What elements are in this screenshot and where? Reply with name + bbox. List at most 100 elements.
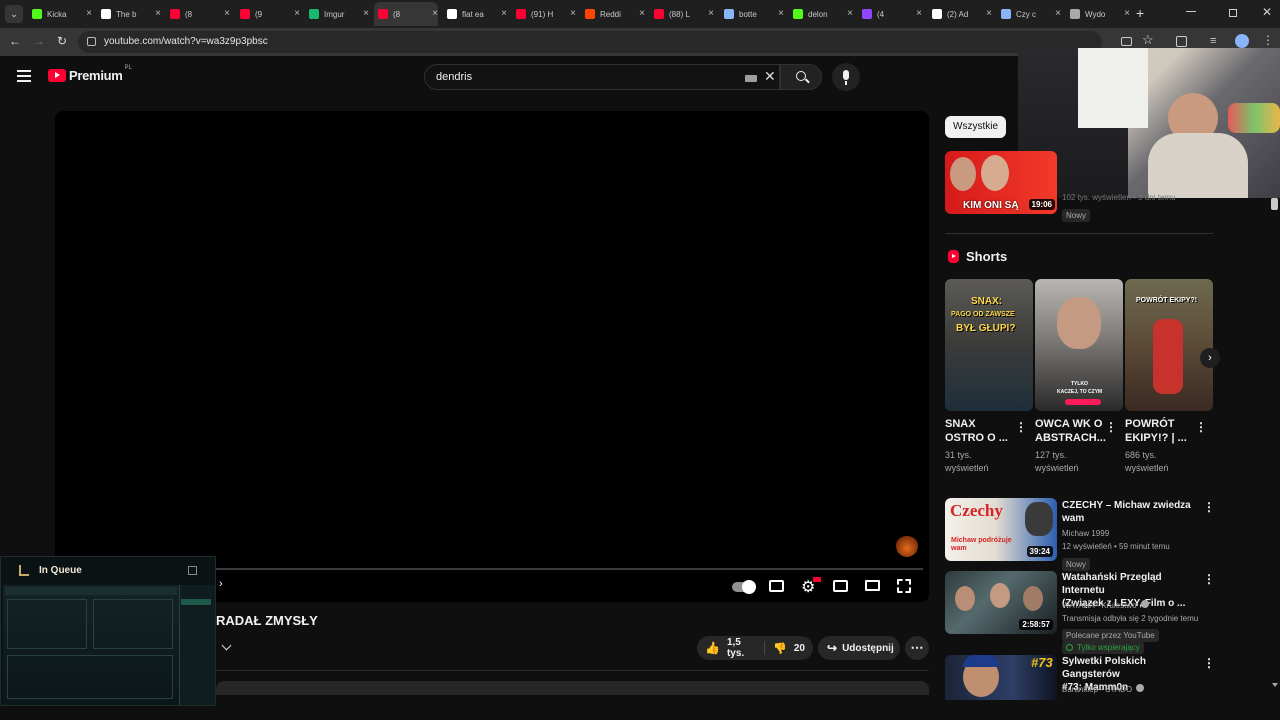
address-bar[interactable]: youtube.com/watch?v=wa3z9p3pbsc bbox=[78, 31, 1102, 53]
tab-close-icon[interactable]: × bbox=[224, 8, 230, 19]
video-title[interactable]: CZECHY – Michaw zwiedza wam bbox=[1062, 499, 1200, 525]
youtube-premium-logo[interactable]: Premium PL bbox=[48, 65, 132, 83]
description-box[interactable] bbox=[216, 681, 929, 695]
clear-search-icon[interactable]: ✕ bbox=[764, 68, 776, 85]
video-menu-icon[interactable]: ⋮ bbox=[1203, 500, 1215, 514]
install-app-icon[interactable] bbox=[1121, 37, 1132, 46]
tab-close-icon[interactable]: × bbox=[501, 8, 507, 19]
browser-tab[interactable]: (4 × bbox=[858, 2, 922, 26]
browser-tab[interactable]: (91) H × bbox=[512, 2, 576, 26]
reading-list-icon[interactable]: ≡ bbox=[1210, 35, 1216, 47]
video-channel[interactable]: Barankiep - STADO bbox=[1062, 684, 1145, 696]
video-player[interactable] bbox=[55, 111, 929, 602]
browser-tab[interactable]: Czy c × bbox=[997, 2, 1061, 26]
tab-close-icon[interactable]: × bbox=[1055, 8, 1061, 19]
video-menu-icon[interactable]: ⋮ bbox=[1203, 572, 1215, 586]
browser-menu-icon[interactable]: ⋮ bbox=[1262, 33, 1274, 47]
short-thumbnail[interactable]: POWRÓT EKIPY?! bbox=[1125, 279, 1213, 411]
video-channel[interactable]: WATAHA - Krulestwo bbox=[1062, 600, 1149, 612]
browser-tab[interactable]: (2) Ad × bbox=[928, 2, 992, 26]
tab-favicon-icon bbox=[1001, 9, 1011, 19]
browser-tab[interactable]: (8 × bbox=[166, 2, 230, 26]
extensions-icon[interactable] bbox=[1176, 36, 1187, 47]
tab-favicon-icon bbox=[724, 9, 734, 19]
tab-list-icon[interactable]: ⌄ bbox=[5, 5, 23, 23]
autoplay-toggle[interactable] bbox=[732, 580, 756, 594]
tab-close-icon[interactable]: × bbox=[294, 8, 300, 19]
browser-tab[interactable]: (9 × bbox=[236, 2, 300, 26]
short-menu-icon[interactable]: ⋮ bbox=[1195, 420, 1207, 434]
dislike-button[interactable]: 👎 20 bbox=[765, 642, 813, 655]
page-scrollbar[interactable] bbox=[1271, 198, 1278, 210]
browser-tab[interactable]: delon × bbox=[789, 2, 853, 26]
expand-chevron-icon[interactable] bbox=[221, 640, 232, 651]
mic-icon bbox=[843, 70, 849, 80]
browser-tab[interactable]: flat ea × bbox=[443, 2, 507, 26]
short-menu-icon[interactable]: ⋮ bbox=[1015, 420, 1027, 434]
share-button[interactable]: ↪ Udostępnij bbox=[818, 636, 900, 660]
video-thumbnail[interactable]: Czechy Michaw podróżuje wam 39:24 bbox=[945, 498, 1057, 561]
hamburger-menu-icon[interactable] bbox=[17, 70, 31, 82]
video-thumbnail[interactable]: 2:58:57 bbox=[945, 571, 1057, 634]
tab-close-icon[interactable]: × bbox=[986, 8, 992, 19]
short-title[interactable]: SNAX OSTRO O ... bbox=[945, 417, 1015, 445]
site-info-icon[interactable] bbox=[87, 37, 96, 46]
theater-mode-icon[interactable] bbox=[865, 580, 880, 591]
short-title[interactable]: POWRÓT EKIPY!? | ... bbox=[1125, 417, 1195, 445]
shorts-next-button[interactable]: › bbox=[1200, 348, 1220, 368]
reload-icon[interactable]: ↻ bbox=[57, 34, 67, 48]
short-menu-icon[interactable]: ⋮ bbox=[1105, 420, 1117, 434]
browser-tab[interactable]: Imgur × bbox=[305, 2, 369, 26]
like-button[interactable]: 👍 1,5 tys. bbox=[697, 637, 764, 659]
video-thumbnail[interactable]: #73 bbox=[945, 655, 1057, 700]
short-thumbnail[interactable]: SNAX: PAGO OD ZAWSZE BYŁ GŁUPI? bbox=[945, 279, 1033, 411]
tab-close-icon[interactable]: × bbox=[570, 8, 576, 19]
back-icon[interactable]: ← bbox=[9, 34, 21, 48]
close-window-button[interactable]: ✕ bbox=[1262, 5, 1272, 19]
shorts-heading: Shorts bbox=[966, 249, 1008, 264]
video-channel[interactable]: Michaw 1999 bbox=[1062, 528, 1109, 540]
subtitles-icon[interactable] bbox=[769, 580, 784, 592]
profile-avatar[interactable] bbox=[1235, 34, 1249, 48]
tab-close-icon[interactable]: × bbox=[86, 8, 92, 19]
browser-tab[interactable]: (8 × bbox=[374, 2, 438, 26]
video-menu-icon[interactable]: ⋮ bbox=[1203, 656, 1215, 670]
short-title[interactable]: OWCA WK O ABSTRACH... bbox=[1035, 417, 1106, 445]
miniplayer-icon[interactable] bbox=[833, 580, 848, 592]
search-input[interactable]: dendris ✕ bbox=[424, 64, 780, 90]
maximize-button[interactable] bbox=[1229, 9, 1237, 17]
top-video-thumbnail[interactable]: KIM ONI SĄ 19:06 bbox=[945, 151, 1057, 214]
tab-close-icon[interactable]: × bbox=[847, 8, 853, 19]
browser-tab[interactable]: (88) L × bbox=[650, 2, 714, 26]
search-button[interactable] bbox=[780, 64, 822, 90]
tab-favicon-icon bbox=[793, 9, 803, 19]
tab-close-icon[interactable]: × bbox=[708, 8, 714, 19]
browser-tab[interactable]: The b × bbox=[97, 2, 161, 26]
browser-tab[interactable]: botte × bbox=[720, 2, 784, 26]
forward-icon[interactable]: → bbox=[33, 34, 45, 48]
browser-tab[interactable]: Kicka × bbox=[28, 2, 92, 26]
scroll-down-arrow-icon[interactable] bbox=[1272, 683, 1278, 687]
keyboard-icon[interactable] bbox=[745, 75, 757, 82]
queue-overlay[interactable]: In Queue bbox=[0, 556, 216, 706]
popout-icon[interactable] bbox=[188, 566, 197, 575]
filter-chip-all[interactable]: Wszystkie bbox=[945, 116, 1006, 138]
channel-watermark[interactable] bbox=[896, 535, 918, 557]
tab-close-icon[interactable]: × bbox=[916, 8, 922, 19]
next-video-icon[interactable]: › bbox=[219, 578, 237, 596]
minimize-button[interactable] bbox=[1186, 11, 1196, 12]
browser-tab[interactable]: Reddi × bbox=[581, 2, 645, 26]
bookmark-star-icon[interactable]: ☆ bbox=[1142, 32, 1154, 48]
tab-close-icon[interactable]: × bbox=[639, 8, 645, 19]
progress-bar[interactable] bbox=[215, 568, 923, 570]
tab-close-icon[interactable]: × bbox=[1124, 8, 1130, 19]
short-thumbnail[interactable]: TYLKO KACZEJ, TO CZYM bbox=[1035, 279, 1123, 411]
voice-search-button[interactable] bbox=[832, 63, 860, 91]
new-tab-button[interactable]: + bbox=[1136, 5, 1144, 21]
more-actions-button[interactable]: ⋯ bbox=[905, 636, 929, 660]
tab-close-icon[interactable]: × bbox=[363, 8, 369, 19]
browser-tab[interactable]: Wydo × bbox=[1066, 2, 1130, 26]
tab-close-icon[interactable]: × bbox=[155, 8, 161, 19]
tab-close-icon[interactable]: × bbox=[432, 8, 438, 19]
tab-close-icon[interactable]: × bbox=[778, 8, 784, 19]
